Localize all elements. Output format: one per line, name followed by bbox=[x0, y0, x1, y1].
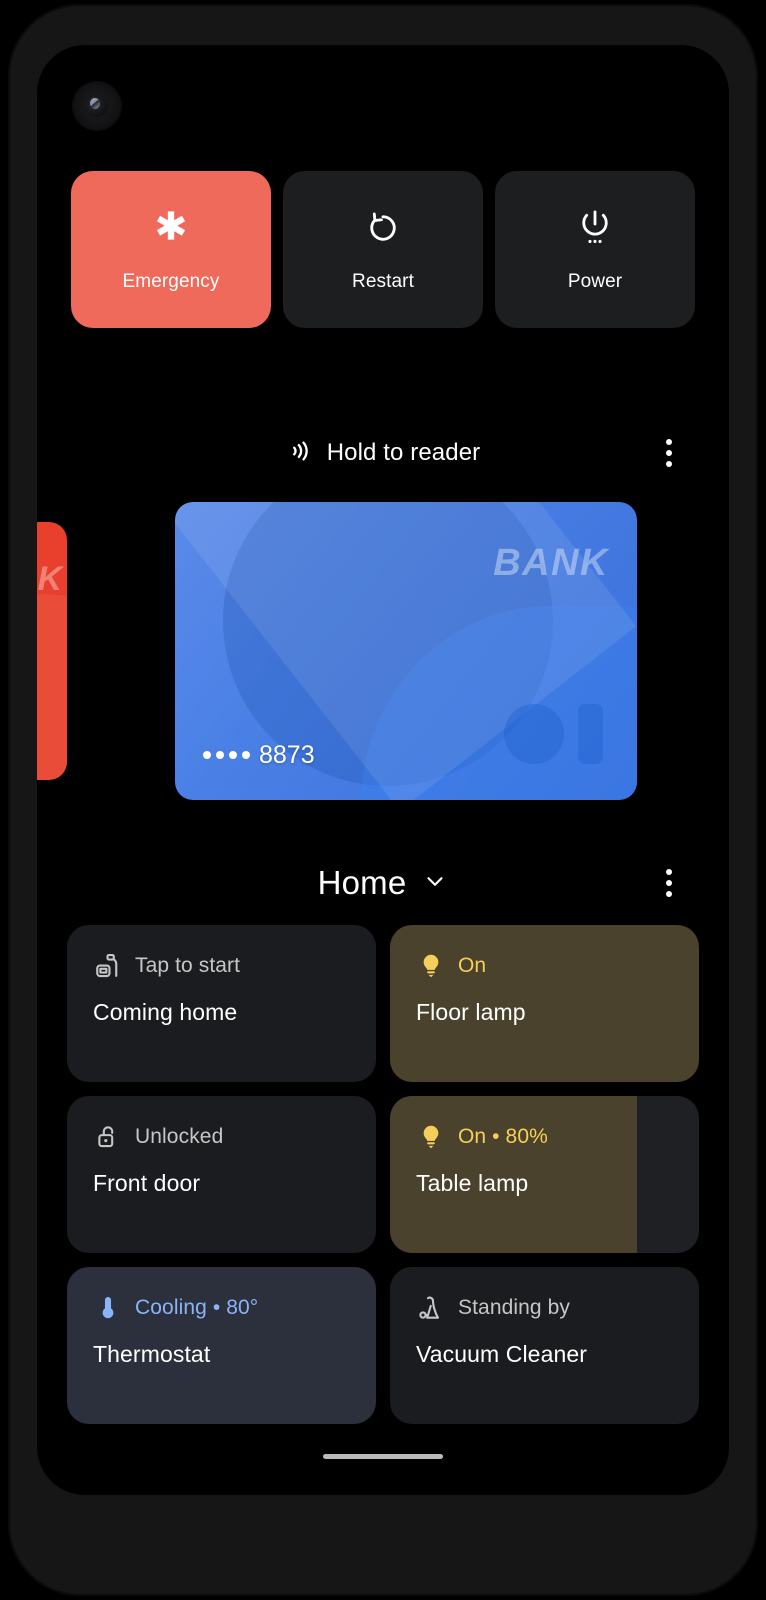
power-actions-row: Emergency Restart Power bbox=[71, 171, 695, 328]
restart-button-label: Restart bbox=[352, 270, 414, 292]
power-icon bbox=[574, 207, 616, 249]
tile-name-label: Coming home bbox=[93, 999, 238, 1025]
card-network-logo-bar bbox=[578, 704, 603, 764]
lightbulb-icon bbox=[416, 1122, 446, 1152]
phone-screen: Emergency Restart Power Hold to reader K… bbox=[37, 45, 729, 1495]
thermometer-icon bbox=[93, 1293, 123, 1323]
power-button[interactable]: Power bbox=[495, 171, 695, 328]
tile-coming-home[interactable]: Tap to start Coming home bbox=[67, 925, 376, 1082]
home-controls-grid: Tap to start Coming home On Floor lamp U… bbox=[67, 925, 699, 1424]
tile-name-label: Floor lamp bbox=[416, 999, 526, 1025]
nfc-contactless-icon bbox=[286, 437, 314, 470]
tile-thermostat[interactable]: Cooling • 80° Thermostat bbox=[67, 1267, 376, 1424]
card-last-four: 8873 bbox=[259, 741, 315, 769]
tile-name-label: Thermostat bbox=[93, 1341, 211, 1367]
tile-status-label: Tap to start bbox=[135, 954, 241, 977]
emergency-button[interactable]: Emergency bbox=[71, 171, 271, 328]
home-selector[interactable]: Home bbox=[37, 853, 729, 913]
card-brand-partial: NK bbox=[37, 560, 63, 598]
tile-status-label: Standing by bbox=[458, 1296, 571, 1319]
tile-front-door[interactable]: Unlocked Front door bbox=[67, 1096, 376, 1253]
tile-name-label: Vacuum Cleaner bbox=[416, 1341, 588, 1367]
tile-status-label: Unlocked bbox=[135, 1125, 224, 1148]
home-gesture-pill[interactable] bbox=[323, 1454, 443, 1459]
tile-status-label: On • 80% bbox=[458, 1125, 548, 1148]
wallet-card-carousel[interactable]: NK BANK 8873 bbox=[37, 497, 729, 805]
restart-button[interactable]: Restart bbox=[283, 171, 483, 328]
tile-name-label: Front door bbox=[93, 1170, 201, 1196]
lightbulb-icon bbox=[416, 951, 446, 981]
card-network-logo bbox=[504, 704, 564, 764]
wallet-card-previous[interactable]: NK bbox=[37, 522, 67, 780]
routine-home-icon bbox=[93, 951, 123, 981]
front-camera-icon bbox=[73, 82, 121, 130]
tile-name-label: Table lamp bbox=[416, 1170, 529, 1196]
tile-vacuum-cleaner[interactable]: Standing by Vacuum Cleaner bbox=[390, 1267, 699, 1424]
nfc-hint-label: Hold to reader bbox=[326, 439, 481, 466]
emergency-button-label: Emergency bbox=[122, 270, 220, 292]
phone-frame: Emergency Restart Power Hold to reader K… bbox=[8, 4, 758, 1596]
star-of-life-icon bbox=[150, 207, 192, 249]
card-brand-label: BANK bbox=[493, 542, 609, 584]
card-sheen bbox=[37, 594, 67, 780]
wallet-card-active[interactable]: BANK 8873 bbox=[175, 502, 637, 800]
card-mask-dots bbox=[203, 750, 250, 761]
home-overflow-menu-icon[interactable] bbox=[651, 865, 687, 901]
vacuum-icon bbox=[416, 1293, 446, 1323]
wallet-header: Hold to reader bbox=[37, 423, 729, 483]
restart-icon bbox=[362, 207, 404, 249]
tile-table-lamp[interactable]: On • 80% Table lamp bbox=[390, 1096, 699, 1253]
unlock-icon bbox=[93, 1122, 123, 1152]
card-masked-number: 8873 bbox=[203, 741, 315, 770]
tile-status-label: On bbox=[458, 954, 487, 977]
tile-status-label: Cooling • 80° bbox=[135, 1296, 259, 1319]
power-button-label: Power bbox=[567, 270, 623, 292]
tile-floor-lamp[interactable]: On Floor lamp bbox=[390, 925, 699, 1082]
chevron-down-icon bbox=[422, 868, 448, 899]
wallet-overflow-menu-icon[interactable] bbox=[651, 435, 687, 471]
nfc-hint: Hold to reader bbox=[286, 437, 481, 470]
home-title: Home bbox=[317, 864, 407, 901]
camera-glint bbox=[90, 98, 100, 109]
